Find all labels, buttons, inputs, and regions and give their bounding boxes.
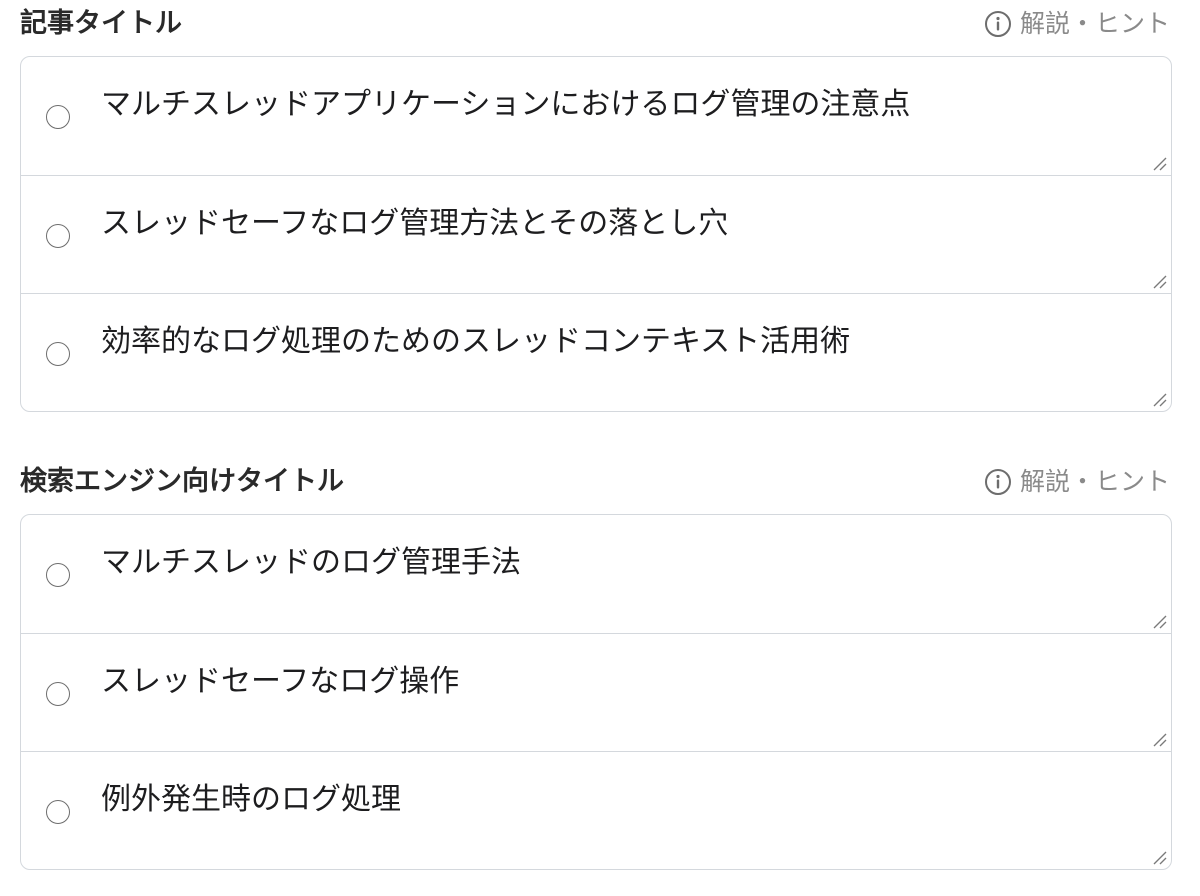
resize-handle-icon[interactable] <box>1151 273 1167 289</box>
option-text[interactable]: スレッドセーフなログ管理方法とその落とし穴 <box>101 202 1131 246</box>
option-text[interactable]: スレッドセーフなログ操作 <box>101 660 1131 704</box>
option-text[interactable]: マルチスレッドアプリケーションにおけるログ管理の注意点 <box>101 83 1131 127</box>
option-row[interactable]: スレッドセーフなログ操作 <box>21 633 1171 751</box>
article-title-section: 記事タイトル 解説・ヒント マルチスレッドアプリケーションにおけるログ管理の注意… <box>20 0 1172 412</box>
hint-label: 解説・ヒント <box>1019 467 1170 496</box>
section-title: 検索エンジン向けタイトル <box>20 466 344 497</box>
hint-link[interactable]: 解説・ヒント <box>984 4 1170 44</box>
radio-button[interactable] <box>46 682 70 706</box>
section-title: 記事タイトル <box>20 8 182 39</box>
radio-button[interactable] <box>46 105 70 129</box>
radio-button[interactable] <box>46 342 70 366</box>
option-text[interactable]: 例外発生時のログ処理 <box>101 778 1131 822</box>
resize-handle-icon[interactable] <box>1151 155 1167 171</box>
radio-button[interactable] <box>46 563 70 587</box>
resize-handle-icon[interactable] <box>1151 391 1167 407</box>
seo-title-section: 検索エンジン向けタイトル 解説・ヒント マルチスレッドのログ管理手法 スレッドセ… <box>20 458 1172 870</box>
radio-button[interactable] <box>46 224 70 248</box>
resize-handle-icon[interactable] <box>1151 613 1167 629</box>
radio-button[interactable] <box>46 800 70 824</box>
hint-link[interactable]: 解説・ヒント <box>984 462 1170 502</box>
section-header: 検索エンジン向けタイトル 解説・ヒント <box>20 458 1172 514</box>
options-list: マルチスレッドアプリケーションにおけるログ管理の注意点 スレッドセーフなログ管理… <box>20 56 1172 412</box>
option-text[interactable]: 効率的なログ処理のためのスレッドコンテキスト活用術 <box>101 320 1131 364</box>
option-row[interactable]: スレッドセーフなログ管理方法とその落とし穴 <box>21 175 1171 293</box>
option-row[interactable]: マルチスレッドアプリケーションにおけるログ管理の注意点 <box>21 57 1171 175</box>
resize-handle-icon[interactable] <box>1151 849 1167 865</box>
hint-label: 解説・ヒント <box>1019 9 1170 38</box>
info-circle-icon <box>984 469 1011 495</box>
section-header: 記事タイトル 解説・ヒント <box>20 0 1172 56</box>
option-row[interactable]: 効率的なログ処理のためのスレッドコンテキスト活用術 <box>21 293 1171 411</box>
option-text[interactable]: マルチスレッドのログ管理手法 <box>101 541 1131 585</box>
option-row[interactable]: マルチスレッドのログ管理手法 <box>21 515 1171 633</box>
resize-handle-icon[interactable] <box>1151 731 1167 747</box>
option-row[interactable]: 例外発生時のログ処理 <box>21 751 1171 869</box>
info-circle-icon <box>984 11 1011 37</box>
options-list: マルチスレッドのログ管理手法 スレッドセーフなログ操作 例外発生時のログ処理 <box>20 514 1172 870</box>
